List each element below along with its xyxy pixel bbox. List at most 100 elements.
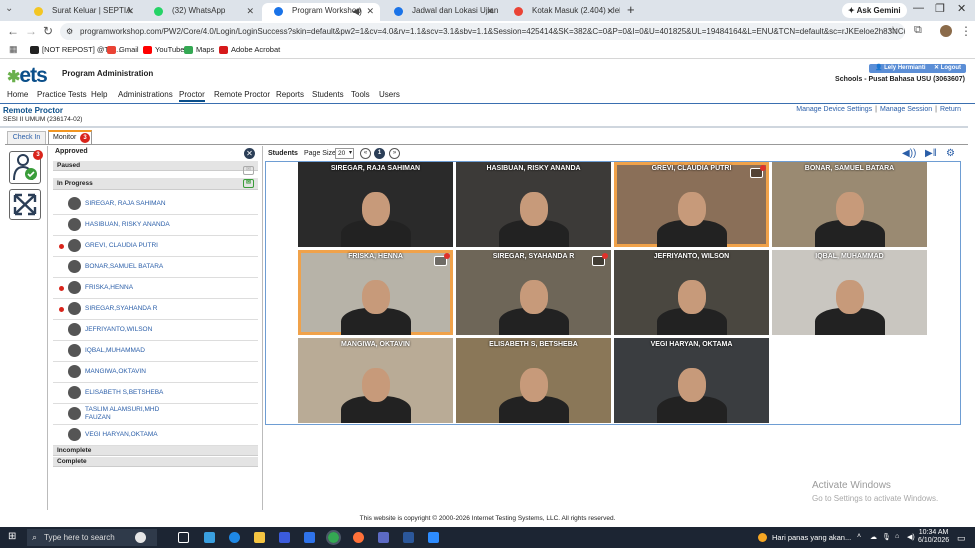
profile-avatar[interactable] [940, 25, 952, 37]
address-bar[interactable]: ⚙ programworkshop.com/PW2/Core/4.0/Login… [60, 23, 905, 40]
network-icon[interactable]: ⌂ [895, 533, 899, 540]
student-row[interactable]: GREVI, CLAUDIA PUTRI [53, 236, 258, 257]
first-page-button[interactable]: « [360, 148, 371, 159]
student-name[interactable]: ELISABETH S,BETSHEBA [85, 389, 163, 396]
store-icon[interactable] [279, 532, 290, 543]
chat-bubble-icon[interactable] [434, 253, 450, 266]
clock[interactable]: 10:34 AM 6/10/2026 [918, 529, 949, 545]
student-row[interactable]: JEFRIYANTO,WILSON [53, 320, 258, 341]
browser-tab[interactable]: Surat Keluar | SEPTIA ✕ [22, 3, 140, 21]
app-icon[interactable] [378, 532, 389, 543]
video-tile[interactable]: GREVI, CLAUDIA PUTRI [614, 162, 769, 247]
close-tab-icon[interactable]: ✕ [246, 3, 254, 19]
message-all-icon[interactable]: ✉ [243, 179, 254, 188]
student-name[interactable]: IQBAL,MUHAMMAD [85, 347, 145, 354]
task-view-icon[interactable] [178, 532, 189, 543]
student-name[interactable]: GREVI, CLAUDIA PUTRI [85, 242, 158, 249]
audio-icon[interactable]: ◀)) [902, 148, 916, 159]
nav-administrations[interactable]: Administrations [118, 90, 173, 99]
student-row[interactable]: IQBAL,MUHAMMAD [53, 341, 258, 362]
ets-logo[interactable]: ✱ets [7, 64, 48, 88]
microphone-icon[interactable]: 🎙 [882, 533, 891, 541]
group-in-progress[interactable]: In Progress ✉ [53, 178, 258, 190]
nav-students[interactable]: Students [312, 90, 344, 99]
apps-icon[interactable]: ▦ [9, 44, 18, 55]
settings-gear-icon[interactable]: ⚙ [946, 148, 955, 159]
close-tab-icon[interactable]: ✕ [366, 3, 374, 19]
browser-tab[interactable]: (32) WhatsApp ✕ [142, 3, 260, 21]
video-tile[interactable]: IQBAL, MUHAMMAD [772, 250, 927, 335]
student-row[interactable]: SIREGAR, RAJA SAHIMAN [53, 194, 258, 215]
firefox-icon[interactable] [353, 532, 364, 543]
video-tile[interactable]: SIREGAR, RAJA SAHIMAN [298, 162, 453, 247]
student-name[interactable]: JEFRIYANTO,WILSON [85, 326, 152, 333]
video-tile[interactable]: MANGIWA, OKTAVIN [298, 338, 453, 423]
word-icon[interactable] [403, 532, 414, 543]
student-row[interactable]: VEGI HARYAN,OKTAMA [53, 425, 258, 446]
student-name[interactable]: TASLIM ALAMSURI,MHD FAUZAN [85, 406, 165, 422]
new-tab-button[interactable]: + [627, 2, 635, 17]
browser-tab[interactable]: Kotak Masuk (2.404) - lelyhern ✕ [502, 3, 620, 21]
bookmark-item[interactable]: Gmail [107, 45, 139, 54]
cortana-icon[interactable] [135, 532, 146, 543]
current-page[interactable]: 1 [374, 148, 385, 159]
close-panel-button[interactable]: ✕ [244, 148, 255, 159]
student-row[interactable]: TASLIM ALAMSURI,MHD FAUZAN [53, 404, 258, 425]
notifications-icon[interactable]: ▭ [957, 533, 966, 544]
group-paused[interactable]: Paused [53, 161, 258, 171]
student-name[interactable]: FRISKA,HENNA [85, 284, 133, 291]
copilot-icon[interactable] [204, 532, 215, 543]
video-tile[interactable]: BONAR, SAMUEL BATARA [772, 162, 927, 247]
minimize-icon[interactable]: — [913, 2, 924, 14]
student-row[interactable]: MANGIWA,OKTAVIN [53, 362, 258, 383]
student-row[interactable]: HASIBUAN, RISKY ANANDA [53, 215, 258, 236]
logout-button[interactable]: ✕ Logout [929, 64, 967, 73]
return-link[interactable]: Return [940, 106, 961, 113]
volume-icon[interactable]: ◀) [907, 533, 915, 541]
browser-menu-icon[interactable]: ⋮ [960, 24, 972, 38]
video-tile[interactable]: HASIBUAN, RISKY ANANDA [456, 162, 611, 247]
tray-chevron-icon[interactable]: ˄ [857, 533, 861, 540]
nav-help[interactable]: Help [91, 90, 107, 99]
cloud-icon[interactable]: ☁ [870, 533, 877, 541]
windows-start-icon[interactable]: ⊞ [8, 531, 16, 542]
approved-students-button[interactable]: 3 [9, 150, 43, 184]
bookmark-item[interactable]: Maps [184, 45, 214, 54]
student-name[interactable]: MANGIWA,OKTAVIN [85, 368, 146, 375]
browser-tab[interactable]: Jadwal dan Lokasi Ujian | MyUT ✕ [382, 3, 500, 21]
ask-gemini-button[interactable]: ✦ Ask Gemini [842, 3, 907, 18]
chat-bubble-icon[interactable] [750, 165, 766, 178]
close-tab-icon[interactable]: ✕ [126, 3, 134, 19]
student-row[interactable]: FRISKA,HENNA [53, 278, 258, 299]
student-name[interactable]: VEGI HARYAN,OKTAMA [85, 431, 158, 438]
bookmark-item[interactable]: Adobe Acrobat [219, 45, 280, 54]
mail-icon[interactable] [304, 532, 315, 543]
student-name[interactable]: SIREGAR, RAJA SAHIMAN [85, 200, 166, 207]
video-tile[interactable]: FRISKA, HENNA [298, 250, 453, 335]
user-badge[interactable]: 👤 Lely Hermianti [869, 64, 932, 73]
chat-bubble-icon[interactable] [592, 253, 608, 266]
group-complete[interactable]: Complete [53, 457, 258, 467]
student-name[interactable]: SIREGAR,SYAHANDA R [85, 305, 157, 312]
tab-check-in[interactable]: Check In [7, 131, 46, 144]
nav-home[interactable]: Home [7, 90, 28, 99]
back-icon[interactable]: ← [7, 24, 19, 38]
restore-icon[interactable]: ❐ [935, 2, 945, 15]
chrome-icon[interactable] [326, 530, 341, 545]
nav-practice-tests[interactable]: Practice Tests [37, 90, 87, 99]
video-tile[interactable]: SIREGAR, SYAHANDA R [456, 250, 611, 335]
edge-icon[interactable] [229, 532, 240, 543]
student-name[interactable]: BONAR,SAMUEL BATARA [85, 263, 163, 270]
nav-reports[interactable]: Reports [276, 90, 304, 99]
close-tab-icon[interactable]: ✕ [486, 3, 494, 19]
video-tile[interactable]: VEGI HARYAN, OKTAMA [614, 338, 769, 423]
zoom-icon[interactable] [428, 532, 439, 543]
site-info-icon[interactable]: ⚙ [66, 23, 73, 40]
next-page-button[interactable]: » [389, 148, 400, 159]
nav-proctor[interactable]: Proctor [179, 90, 205, 102]
student-name[interactable]: HASIBUAN, RISKY ANANDA [85, 221, 170, 228]
student-row[interactable]: ELISABETH S,BETSHEBA [53, 383, 258, 404]
reload-icon[interactable]: ↻ [43, 24, 53, 38]
weather-text[interactable]: Hari panas yang akan... [772, 533, 851, 542]
manage-device-settings-link[interactable]: Manage Device Settings [796, 106, 872, 113]
